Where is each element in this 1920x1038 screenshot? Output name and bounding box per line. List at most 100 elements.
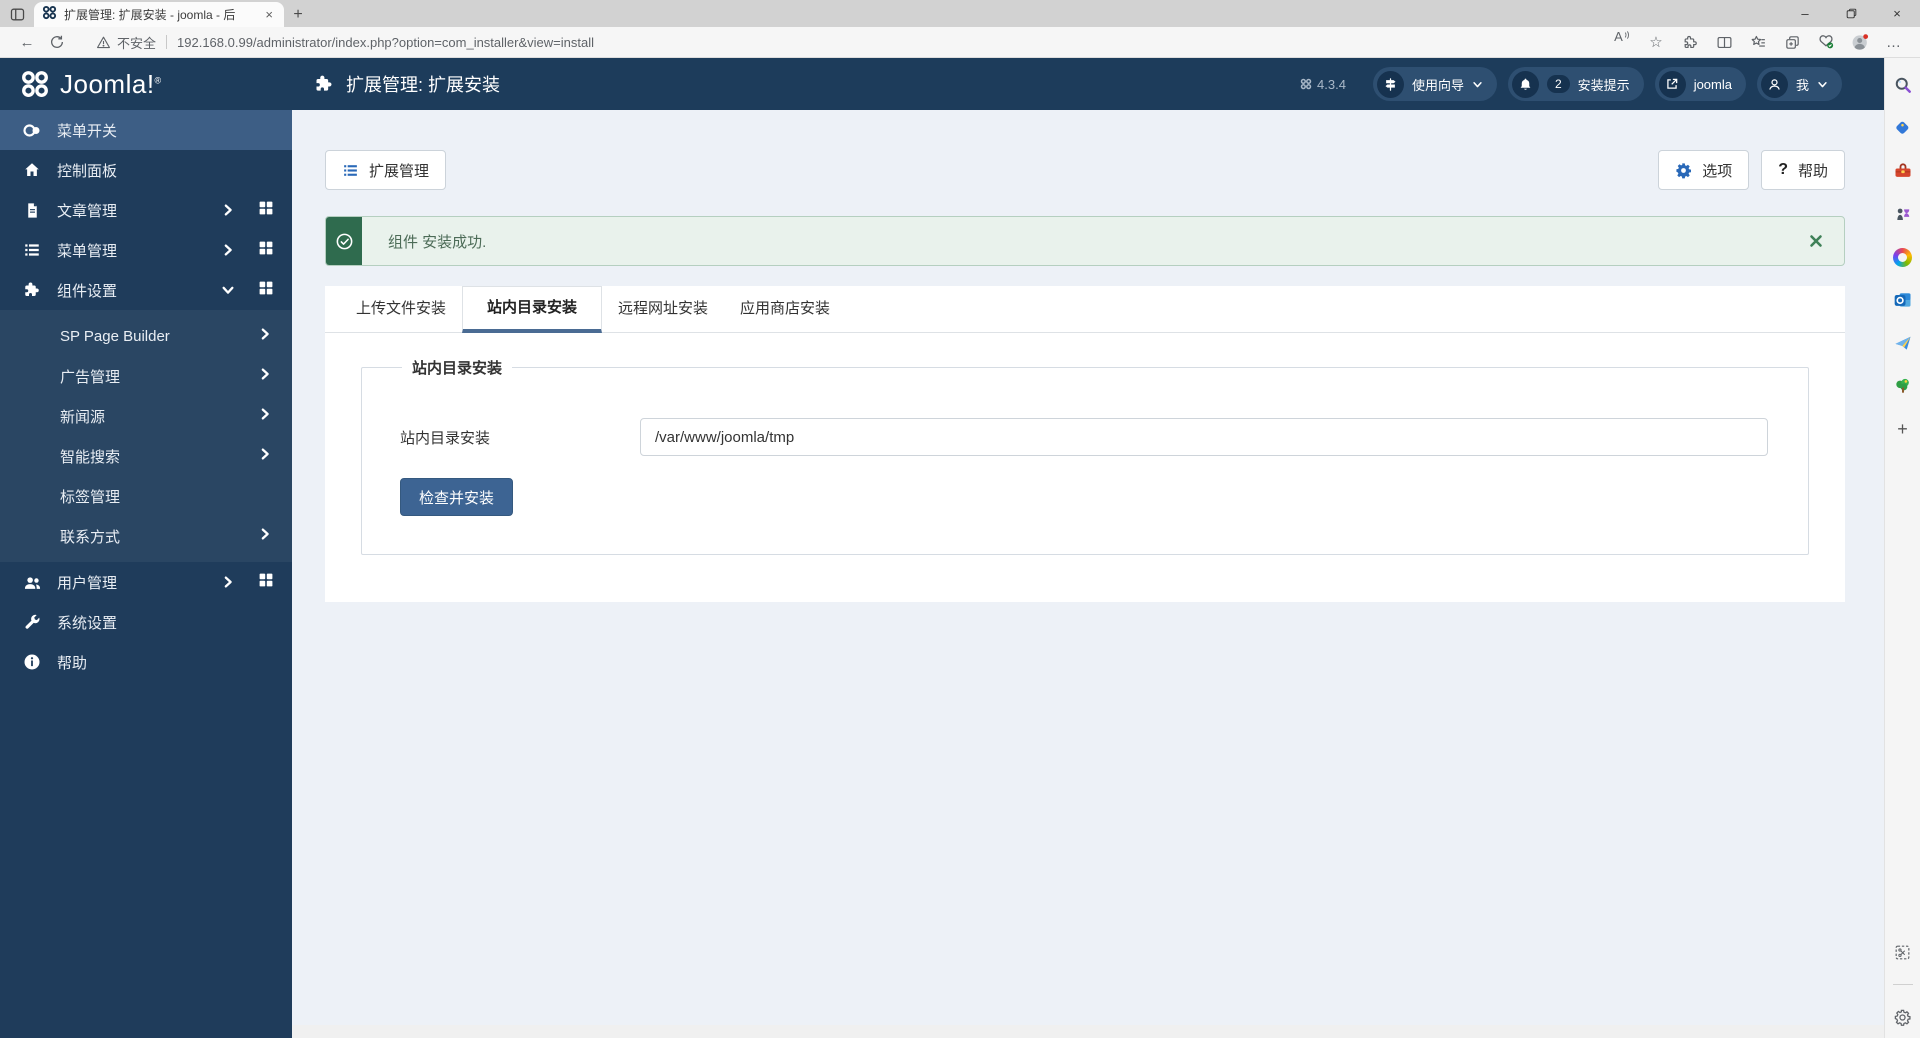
shopping-icon[interactable] xyxy=(1892,117,1914,139)
tree-icon[interactable] xyxy=(1892,375,1914,397)
customize-sidebar-icon[interactable]: + xyxy=(1892,418,1914,440)
dashboard-grid-icon[interactable] xyxy=(258,200,274,220)
chevron-right-icon xyxy=(258,327,272,345)
sidebar-item-help[interactable]: 帮助 xyxy=(0,642,292,682)
favorites-hub-icon[interactable] xyxy=(1744,29,1772,55)
screenshot-icon[interactable] xyxy=(1892,941,1914,963)
list-icon xyxy=(344,164,357,176)
install-card: 上传文件安装 站内目录安装 远程网址安装 应用商店安装 站内目录安装 站内目录安… xyxy=(325,286,1845,602)
help-button[interactable]: ? 帮助 xyxy=(1761,150,1845,190)
sidebar-item-menu-toggle[interactable]: 菜单开关 xyxy=(0,110,292,150)
submenu-item-banners[interactable]: 广告管理 xyxy=(0,356,292,396)
manage-extensions-button[interactable]: 扩展管理 xyxy=(325,150,447,190)
dashboard-grid-icon[interactable] xyxy=(258,572,274,592)
install-tabs: 上传文件安装 站内目录安装 远程网址安装 应用商店安装 xyxy=(325,286,1845,333)
restore-button[interactable] xyxy=(1828,0,1874,27)
outlook-icon[interactable] xyxy=(1892,289,1914,311)
chevron-right-icon xyxy=(258,407,272,425)
reload-icon[interactable] xyxy=(42,29,72,55)
submenu-item-sp-page-builder[interactable]: SP Page Builder xyxy=(0,316,292,356)
chevron-right-icon xyxy=(221,203,235,217)
sidebar-item-components[interactable]: 组件设置 xyxy=(0,270,292,310)
profile-avatar[interactable] xyxy=(1846,29,1874,55)
tab-upload-package[interactable]: 上传文件安装 xyxy=(340,286,462,332)
games-icon[interactable] xyxy=(1892,203,1914,225)
sidebar-settings-icon[interactable] xyxy=(1892,1006,1914,1028)
read-aloud-icon[interactable]: A xyxy=(1608,29,1636,55)
view-site-button[interactable]: joomla xyxy=(1654,67,1746,101)
submenu-item-tags[interactable]: 标签管理 xyxy=(0,476,292,516)
joomla-logo[interactable]: Joomla!® xyxy=(0,58,292,110)
gear-icon xyxy=(1676,162,1692,178)
notifications-button[interactable]: 2 安装提示 xyxy=(1507,67,1644,101)
page-title: 扩展管理: 扩展安装 xyxy=(346,75,501,95)
extensions-icon[interactable] xyxy=(1676,29,1704,55)
microsoft365-copilot-icon[interactable] xyxy=(1892,246,1914,268)
install-directory-input[interactable] xyxy=(640,418,1768,456)
check-and-install-button[interactable]: 检查并安装 xyxy=(400,478,514,516)
content-toolbar: 扩展管理 选项 ? 帮助 xyxy=(325,150,1845,190)
alert-icon-strip xyxy=(326,217,362,265)
browser-tab-active[interactable]: 扩展管理: 扩展安装 - joomla - 后 × xyxy=(34,2,284,27)
tab-groups-icon[interactable] xyxy=(1778,29,1806,55)
sidebar-item-content[interactable]: 文章管理 xyxy=(0,190,292,230)
split-screen-icon[interactable] xyxy=(1710,29,1738,55)
close-window-button[interactable]: × xyxy=(1874,0,1920,27)
check-circle-icon xyxy=(336,233,352,249)
site-security-chip[interactable]: 不安全 xyxy=(96,33,156,52)
dashboard-grid-icon[interactable] xyxy=(258,280,274,300)
tab-install-from-folder[interactable]: 站内目录安装 xyxy=(462,286,603,333)
header-actions: 4.3.4 使用向导 2 安装提示 joomla 我 xyxy=(1300,67,1884,101)
sidebar-item-system[interactable]: 系统设置 xyxy=(0,602,292,642)
sidebar: 菜单开关 控制面板 文章管理 菜单管理 组件设置 SP Page Builder… xyxy=(0,110,292,1038)
users-icon xyxy=(22,573,42,592)
horizontal-scrollbar[interactable] xyxy=(292,1025,1884,1038)
version-badge: 4.3.4 xyxy=(1300,77,1346,92)
joomla-admin-page: Joomla!® 扩展管理: 扩展安装 4.3.4 使用向导 2 安装提示 jo… xyxy=(0,58,1884,1038)
main-content: 扩展管理 选项 ? 帮助 组件 安装成功. 上传文件安装 站内目录安装 远程网址… xyxy=(292,110,1884,1038)
sidebar-item-menus[interactable]: 菜单管理 xyxy=(0,230,292,270)
bell-icon xyxy=(1511,70,1539,98)
chevron-down-icon xyxy=(1818,81,1827,87)
browser-menu-icon[interactable]: … xyxy=(1880,29,1908,55)
puzzle-icon xyxy=(22,281,42,299)
info-icon xyxy=(22,653,42,671)
wrench-icon xyxy=(22,613,42,631)
question-icon: ? xyxy=(1778,161,1788,178)
tab-title: 扩展管理: 扩展安装 - joomla - 后 xyxy=(64,8,236,22)
admin-body: 菜单开关 控制面板 文章管理 菜单管理 组件设置 SP Page Builder… xyxy=(0,110,1884,1038)
address-url[interactable]: 192.168.0.99/administrator/index.php?opt… xyxy=(177,35,594,50)
minimize-button[interactable]: – xyxy=(1782,0,1828,27)
tab-layout-icon[interactable] xyxy=(0,1,34,27)
browser-essentials-icon[interactable] xyxy=(1812,29,1840,55)
submenu-item-smart-search[interactable]: 智能搜索 xyxy=(0,436,292,476)
window-controls: – × xyxy=(1782,0,1920,27)
options-button[interactable]: 选项 xyxy=(1658,150,1750,190)
external-link-icon xyxy=(1658,70,1686,98)
submenu-item-contacts[interactable]: 联系方式 xyxy=(0,516,292,556)
tab-install-from-web[interactable]: 应用商店安装 xyxy=(724,286,846,332)
alert-message: 组件 安装成功. xyxy=(388,233,487,251)
chevron-right-icon xyxy=(258,527,272,545)
user-menu-button[interactable]: 我 xyxy=(1756,67,1842,101)
divider xyxy=(166,35,168,49)
toolbox-icon[interactable] xyxy=(1892,160,1914,182)
guided-tour-button[interactable]: 使用向导 xyxy=(1372,67,1497,101)
drop-icon[interactable] xyxy=(1892,332,1914,354)
chevron-right-icon xyxy=(221,575,235,589)
joomla-favicon xyxy=(42,5,57,25)
alert-close-icon[interactable] xyxy=(1808,233,1824,249)
sidebar-item-dashboard[interactable]: 控制面板 xyxy=(0,150,292,190)
search-icon[interactable] xyxy=(1892,74,1914,96)
favorite-star-icon[interactable]: ☆ xyxy=(1642,29,1670,55)
sidebar-item-users[interactable]: 用户管理 xyxy=(0,562,292,602)
submenu-item-newsfeeds[interactable]: 新闻源 xyxy=(0,396,292,436)
tab-close-icon[interactable]: × xyxy=(262,7,276,22)
joomla-version-icon xyxy=(1300,78,1312,90)
chevron-right-icon xyxy=(258,367,272,385)
dashboard-grid-icon[interactable] xyxy=(258,240,274,260)
admin-header: Joomla!® 扩展管理: 扩展安装 4.3.4 使用向导 2 安装提示 jo… xyxy=(0,58,1884,110)
new-tab-button[interactable]: + xyxy=(284,2,312,27)
tab-install-from-url[interactable]: 远程网址安装 xyxy=(602,286,724,332)
back-icon[interactable]: ← xyxy=(12,29,42,55)
